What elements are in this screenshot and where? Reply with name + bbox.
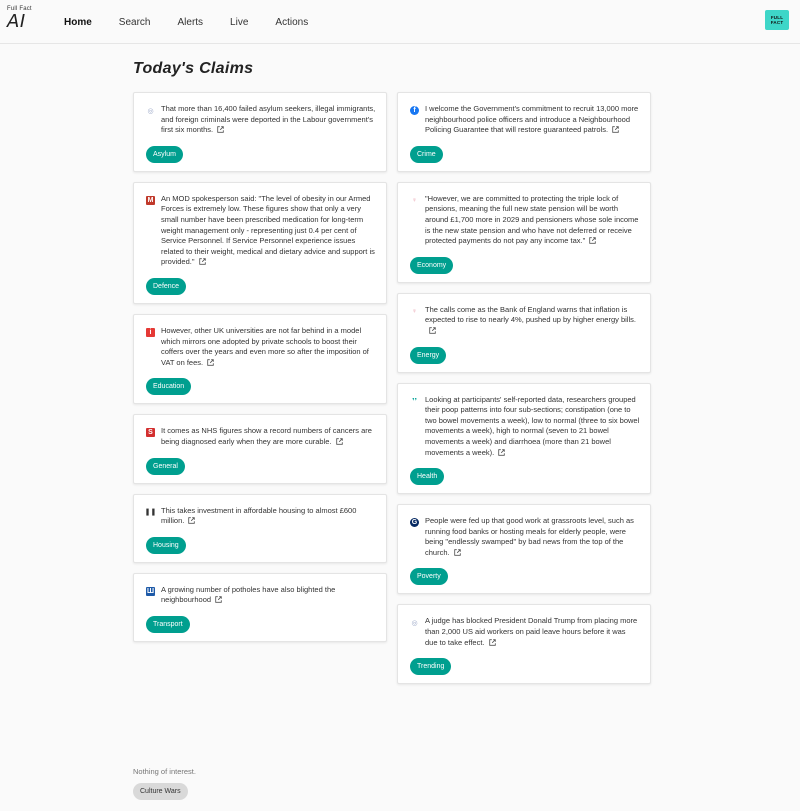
claim-card[interactable]: ◎ That more than 16,400 failed asylum see…	[133, 92, 387, 172]
claim-card[interactable]: M An MOD spokesperson said: "The level of…	[133, 181, 387, 304]
claim-text: It comes as NHS figures show a record nu…	[161, 426, 376, 447]
daily-mail-m-icon: M	[146, 195, 155, 205]
claim-text: However, other UK universities are not f…	[161, 326, 376, 368]
person-source-icon: ♀	[411, 307, 418, 315]
claim-card[interactable]: i However, other UK universities are not …	[133, 313, 387, 405]
claim-card[interactable]: ♀ "However, we are committed to protectin…	[397, 181, 651, 283]
external-link-icon[interactable]	[188, 517, 196, 524]
topic-tag[interactable]: Housing	[146, 536, 186, 554]
claim-text-content: I welcome the Government's commitment to…	[425, 104, 639, 135]
topic-tag[interactable]: Crime	[410, 145, 443, 163]
topic-tag[interactable]: Education	[146, 378, 192, 396]
claim-row: G People were fed up that good work at gr…	[410, 516, 640, 558]
claim-row: ❚❚ This takes investment in affordable ho…	[144, 506, 376, 527]
claim-text: People were fed up that good work at gra…	[425, 516, 640, 558]
external-link-icon[interactable]	[335, 438, 343, 445]
nav-live[interactable]: Live	[230, 17, 248, 28]
claim-text: A judge has blocked President Donald Tru…	[425, 616, 640, 648]
claim-text: I welcome the Government's commitment to…	[425, 104, 640, 136]
claim-text: The calls come as the Bank of England wa…	[425, 305, 640, 337]
claim-text: That more than 16,400 failed asylum seek…	[161, 104, 376, 136]
claim-text-content: The calls come as the Bank of England wa…	[425, 304, 636, 325]
full-fact-ai-logo[interactable]: Full Fact AI	[7, 6, 32, 31]
globe-source-icon: ◎	[147, 107, 154, 115]
topic-tag[interactable]: Transport	[146, 615, 190, 633]
external-link-icon[interactable]	[215, 596, 222, 604]
top-header: Full Fact AI Home Search Alerts Live Act…	[0, 0, 800, 44]
claim-card[interactable]: Ш A growing number of potholes have also …	[133, 572, 387, 642]
external-link-icon[interactable]	[217, 126, 224, 133]
topic-tag[interactable]: Trending	[410, 658, 452, 676]
claim-text: "However, we are committed to protecting…	[425, 194, 640, 247]
claim-text: Looking at participants' self-reported d…	[425, 395, 640, 459]
badge-line-2: FACT	[770, 20, 784, 25]
full-fact-badge-icon[interactable]: FULL FACT	[765, 10, 789, 30]
claim-card[interactable]: f I welcome the Government's commitment t…	[397, 92, 651, 172]
guardian-g-icon: G	[410, 518, 419, 528]
external-link-icon[interactable]	[198, 258, 206, 266]
claim-text-content: "However, we are committed to protecting…	[425, 193, 639, 246]
claim-card[interactable]: S It comes as NHS figures show a record n…	[133, 414, 387, 484]
claim-text-content: Looking at participants' self-reported d…	[425, 394, 640, 457]
nav-search[interactable]: Search	[119, 17, 151, 28]
person-source-icon: ♀	[411, 196, 418, 204]
claim-text-content: That more than 16,400 failed asylum seek…	[161, 104, 376, 135]
claim-row: Ш A growing number of potholes have also …	[146, 585, 376, 606]
topic-tag[interactable]: Defence	[146, 277, 187, 295]
the-sun-s-icon: S	[146, 428, 155, 438]
claim-row: ◎ That more than 16,400 failed asylum see…	[146, 104, 376, 136]
logo-big-text: AI	[7, 11, 26, 32]
claim-row: ❜❜ Looking at participants' self-reported…	[410, 395, 640, 459]
external-link-icon[interactable]	[453, 549, 461, 556]
claim-card[interactable]: ◎ A judge has blocked President Donald Tr…	[397, 604, 651, 685]
claim-row: ♀ The calls come as the Bank of England w…	[410, 305, 640, 337]
topic-tag[interactable]: Poverty	[410, 568, 448, 586]
topic-tag[interactable]: Asylum	[146, 145, 183, 163]
external-link-icon[interactable]	[429, 327, 436, 334]
claim-text-content: An MOD spokesperson said: "The level of …	[161, 193, 375, 267]
claim-text: An MOD spokesperson said: "The level of …	[161, 194, 376, 268]
claim-card[interactable]: ❚❚ This takes investment in affordable ho…	[133, 493, 387, 563]
claim-row: M An MOD spokesperson said: "The level of…	[146, 194, 376, 268]
claim-row: f I welcome the Government's commitment t…	[410, 104, 640, 136]
external-link-icon[interactable]	[207, 358, 214, 366]
topic-tag[interactable]: Economy	[410, 256, 454, 274]
claim-row: ♀ "However, we are committed to protectin…	[410, 194, 640, 247]
main-nav: Home Search Alerts Live Actions	[64, 0, 335, 44]
nav-actions[interactable]: Actions	[275, 17, 308, 28]
no-interest-text: Nothing of interest.	[133, 767, 196, 776]
claim-text-content: A growing number of potholes have also b…	[161, 584, 336, 605]
external-link-icon[interactable]	[589, 237, 596, 244]
external-link-icon[interactable]	[612, 126, 619, 133]
claim-text-content: A judge has blocked President Donald Tru…	[425, 616, 638, 647]
external-link-icon[interactable]	[498, 448, 505, 456]
culture-wars-tag[interactable]: Culture Wars	[133, 783, 188, 800]
topic-tag[interactable]: Energy	[410, 346, 447, 364]
facebook-icon: f	[410, 106, 419, 115]
page-title: Today's Claims	[133, 60, 254, 77]
claim-text: This takes investment in affordable hous…	[161, 506, 376, 527]
claim-text: A growing number of potholes have also b…	[161, 585, 376, 606]
nav-alerts[interactable]: Alerts	[177, 17, 203, 28]
claim-text-content: However, other UK universities are not f…	[161, 325, 369, 367]
topic-tag[interactable]: General	[146, 457, 185, 475]
independent-icon: i	[146, 327, 155, 337]
claim-row: S It comes as NHS figures show a record n…	[146, 426, 376, 447]
nav-home[interactable]: Home	[64, 17, 92, 28]
guardian-pause-icon: ❚❚	[144, 509, 157, 516]
claim-card[interactable]: ❜❜ Looking at participants' self-reported…	[397, 382, 651, 495]
quote-source-icon: ❜❜	[412, 398, 417, 406]
parliament-icon: Ш	[146, 586, 155, 596]
globe-source-icon: ◎	[411, 619, 418, 627]
external-link-icon[interactable]	[488, 638, 496, 646]
right-claims-column: f I welcome the Government's commitment t…	[397, 92, 651, 694]
left-claims-column: ◎ That more than 16,400 failed asylum see…	[133, 92, 387, 652]
claim-row: i However, other UK universities are not …	[146, 326, 376, 368]
claim-card[interactable]: ♀ The calls come as the Bank of England w…	[397, 292, 651, 373]
claim-row: ◎ A judge has blocked President Donald Tr…	[410, 616, 640, 648]
claim-card[interactable]: G People were fed up that good work at gr…	[397, 504, 651, 595]
topic-tag[interactable]: Health	[410, 468, 445, 486]
